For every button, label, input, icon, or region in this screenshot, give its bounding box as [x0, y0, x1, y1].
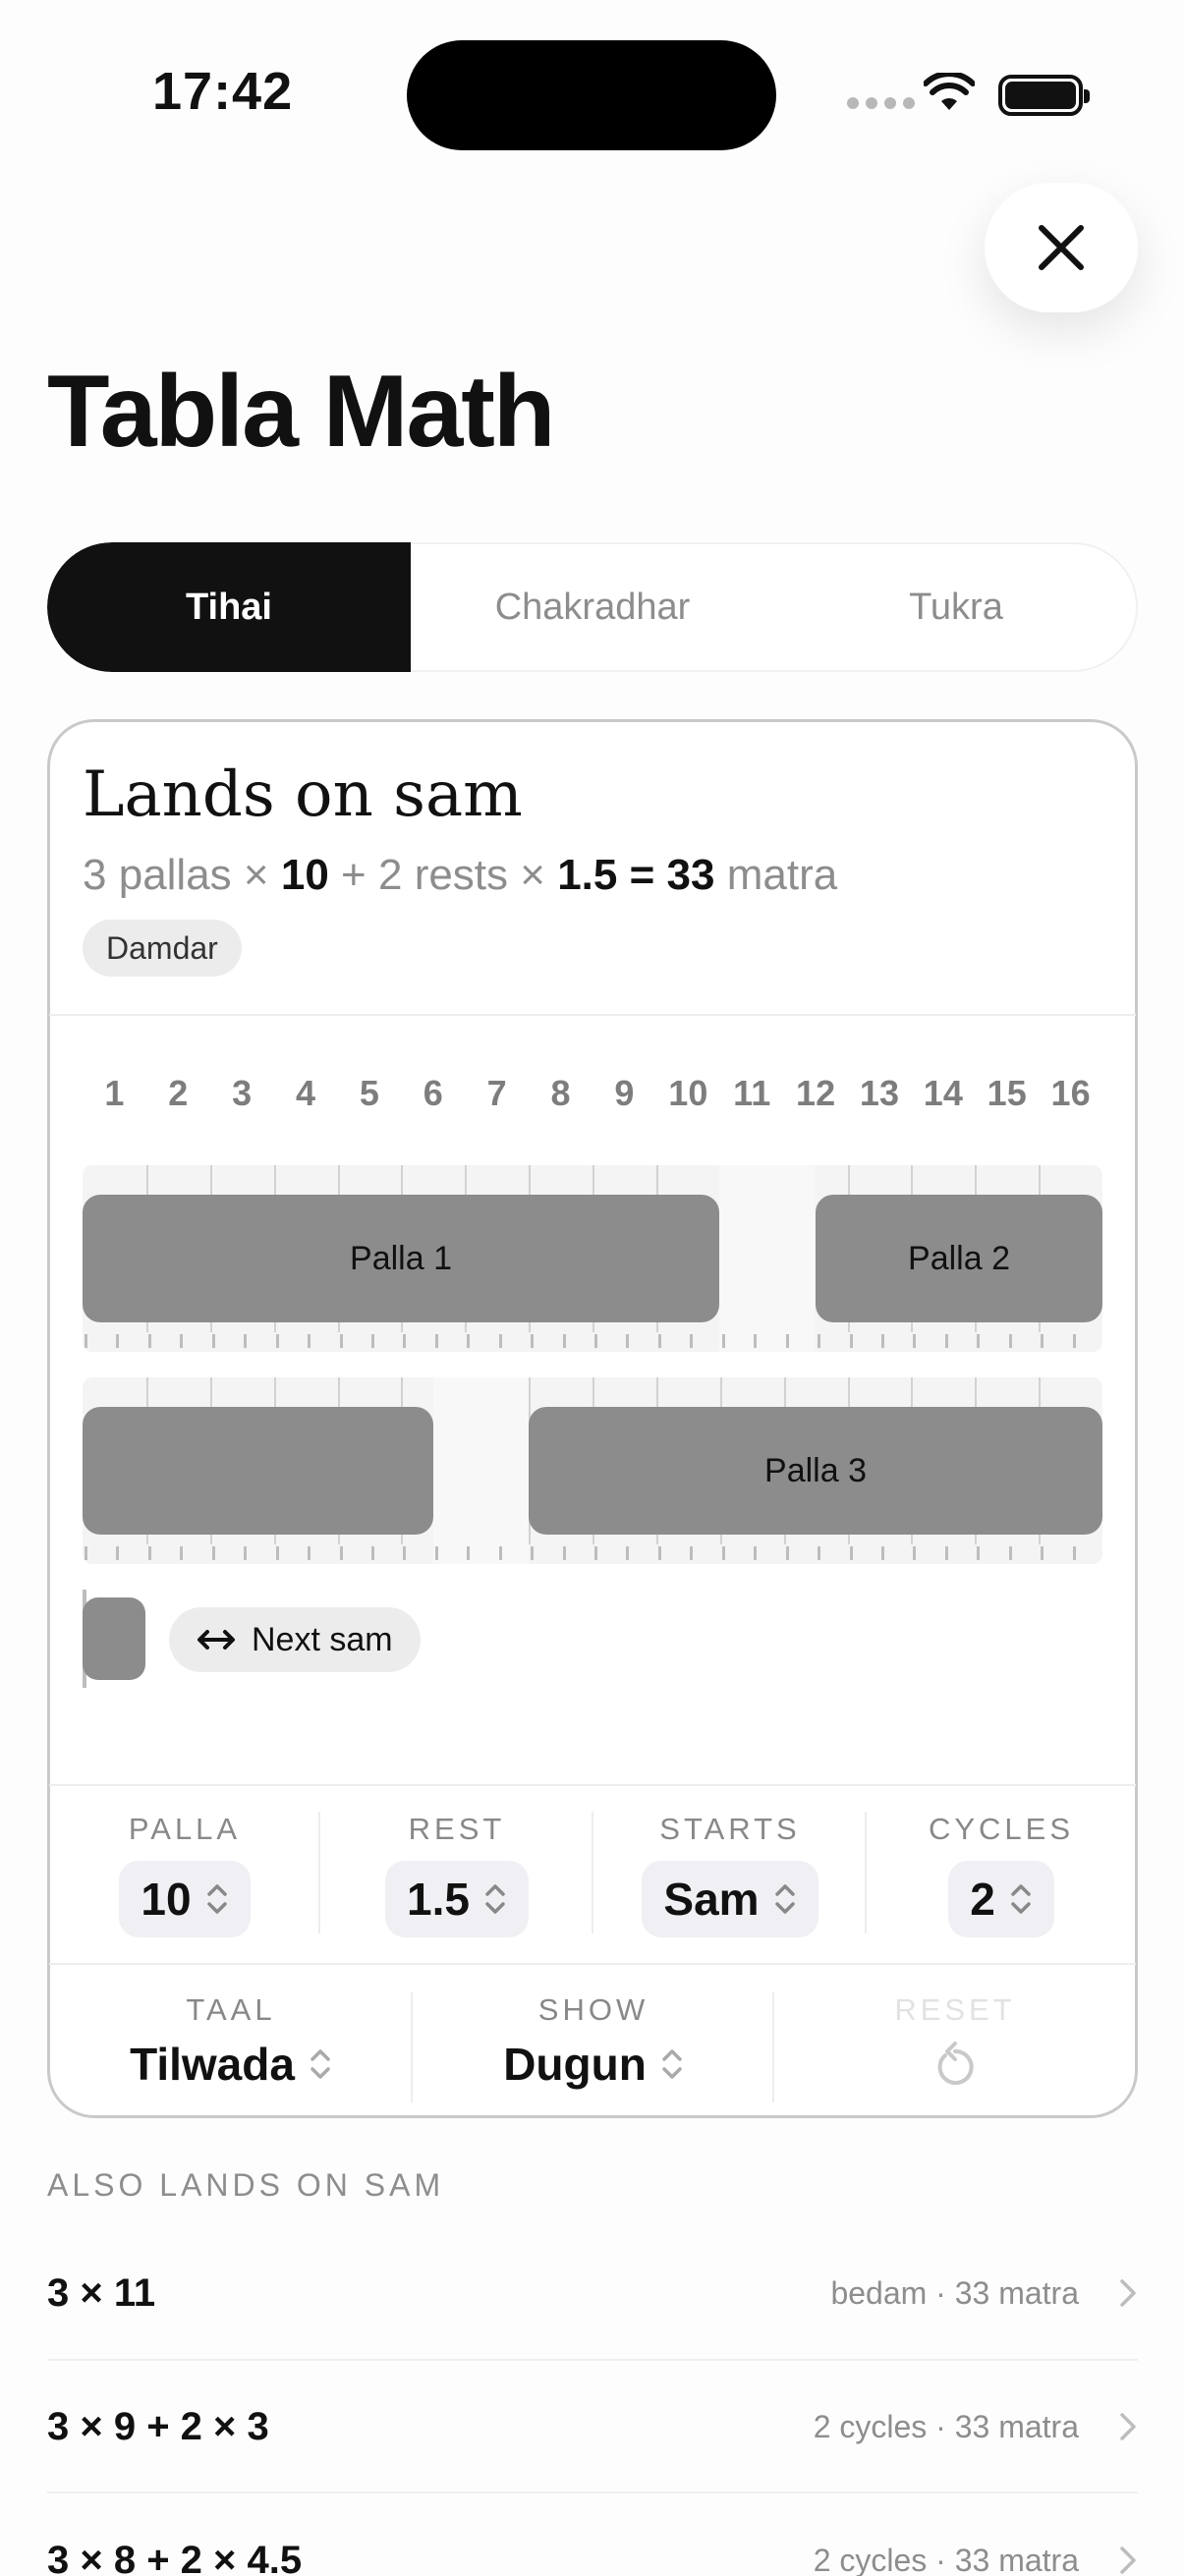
chevron-right-icon — [1120, 2413, 1136, 2440]
cycles-control: CYCLES 2 — [867, 1812, 1136, 1937]
chevron-right-icon — [1120, 2547, 1136, 2574]
list-item[interactable]: 3 × 11 bedam · 33 matra — [47, 2226, 1138, 2360]
chevron-up-down-icon — [485, 1884, 505, 1914]
reset-button[interactable] — [931, 2038, 979, 2089]
chevron-up-down-icon — [1011, 1884, 1031, 1914]
chevron-right-icon — [1120, 2279, 1136, 2307]
status-time: 17:42 — [152, 62, 294, 121]
reset-label: RESET — [894, 1992, 1016, 2027]
taal-picker[interactable]: Tilwada — [130, 2038, 332, 2091]
palla-block-1[interactable]: Palla 1 — [83, 1195, 719, 1322]
close-icon — [1039, 225, 1084, 270]
parameter-controls: PALLA 10 REST 1.5 STARTS Sam CYCLES 2 — [49, 1812, 1136, 1937]
chevron-up-down-icon — [206, 1884, 227, 1914]
list-item[interactable]: 3 × 9 + 2 × 3 2 cycles · 33 matra — [47, 2360, 1138, 2493]
starts-picker[interactable]: Sam — [642, 1861, 818, 1937]
show-label: SHOW — [537, 1992, 649, 2027]
subdivision-ticks — [83, 1544, 1102, 1560]
list-item-equation: 3 × 8 + 2 × 4.5 — [47, 2538, 303, 2576]
wifi-icon — [923, 71, 976, 117]
list-item-meta: bedam · 33 matra — [830, 2274, 1079, 2311]
chevron-up-down-icon — [774, 1884, 795, 1914]
beat-number: 14 — [923, 1073, 963, 1113]
battery-icon — [998, 75, 1090, 116]
beat-number: 6 — [423, 1073, 443, 1113]
show-picker[interactable]: Dugun — [503, 2038, 684, 2091]
left-right-arrow-icon — [198, 1630, 235, 1650]
rest-control: REST 1.5 — [320, 1812, 593, 1937]
palla-block-3[interactable]: Palla 3 — [529, 1407, 1102, 1535]
palla-label: PALLA — [128, 1812, 242, 1846]
beat-number: 9 — [614, 1073, 635, 1113]
also-lands-heading: ALSO LANDS ON SAM — [47, 2167, 445, 2203]
type-badge: Damdar — [83, 920, 242, 977]
card-divider — [49, 1963, 1136, 1965]
rest-label: REST — [408, 1812, 506, 1846]
beat-number: 4 — [296, 1073, 316, 1113]
rest-gap — [719, 1165, 815, 1352]
list-item-meta: 2 cycles · 33 matra — [813, 2542, 1079, 2576]
beat-number: 16 — [1050, 1073, 1091, 1113]
next-sam-badge: Next sam — [169, 1607, 421, 1672]
chevron-up-down-icon — [310, 2049, 330, 2079]
tab-tukra[interactable]: Tukra — [774, 542, 1138, 672]
close-button[interactable] — [985, 183, 1138, 312]
reset-icon — [937, 2042, 974, 2085]
palla-block-3-tail — [83, 1597, 145, 1680]
cycle-lane-2: Palla 3 — [83, 1377, 1102, 1564]
palla-block-2-continued[interactable] — [83, 1407, 433, 1535]
cellular-signal-icon — [847, 97, 915, 109]
cycle-lane-1: Palla 1 Palla 2 — [83, 1165, 1102, 1352]
card-divider — [49, 1014, 1136, 1016]
beat-number: 13 — [859, 1073, 899, 1113]
list-item-equation: 3 × 11 — [47, 2270, 156, 2315]
palla-control: PALLA 10 — [49, 1812, 320, 1937]
beat-number: 8 — [550, 1073, 571, 1113]
result-title: Lands on sam — [83, 758, 523, 831]
beat-number-row: 1 2 3 4 5 6 7 8 9 10 11 12 13 14 15 16 — [83, 1073, 1102, 1122]
reset-control[interactable]: RESET — [774, 1992, 1136, 2091]
dynamic-island — [407, 40, 776, 150]
starts-control: STARTS Sam — [593, 1812, 867, 1937]
beat-number: 3 — [232, 1073, 253, 1113]
beat-number: 12 — [796, 1073, 836, 1113]
list-item[interactable]: 3 × 8 + 2 × 4.5 2 cycles · 33 matra — [47, 2493, 1138, 2576]
subdivision-ticks — [83, 1332, 1102, 1348]
card-divider — [49, 1784, 1136, 1786]
tab-chakradhar[interactable]: Chakradhar — [411, 542, 774, 672]
rest-stepper[interactable]: 1.5 — [385, 1861, 529, 1937]
show-control: SHOW Dugun — [413, 1992, 774, 2102]
beat-number: 11 — [733, 1073, 771, 1113]
starts-label: STARTS — [659, 1812, 801, 1846]
beat-number: 1 — [104, 1073, 125, 1113]
taal-label: TAAL — [186, 1992, 276, 2027]
result-formula: 3 pallas × 10 + 2 rests × 1.5 = 33 matra — [83, 851, 838, 899]
beat-number: 15 — [987, 1073, 1027, 1113]
page-title: Tabla Math — [47, 355, 555, 469]
beat-number: 10 — [668, 1073, 708, 1113]
chevron-up-down-icon — [662, 2049, 682, 2079]
taal-control: TAAL Tilwada — [49, 1992, 413, 2102]
beat-number: 5 — [359, 1073, 379, 1113]
list-item-meta: 2 cycles · 33 matra — [813, 2408, 1079, 2444]
next-sam-label: Next sam — [252, 1620, 393, 1658]
beat-number: 2 — [168, 1073, 189, 1113]
cycles-stepper[interactable]: 2 — [948, 1861, 1054, 1937]
mode-segmented-control: Tihai Chakradhar Tukra — [47, 542, 1138, 672]
beat-number: 7 — [486, 1073, 507, 1113]
list-item-equation: 3 × 9 + 2 × 3 — [47, 2404, 269, 2448]
palla-block-2[interactable]: Palla 2 — [816, 1195, 1102, 1322]
display-controls: TAAL Tilwada SHOW Dugun RESET — [49, 1992, 1136, 2102]
palla-stepper[interactable]: 10 — [119, 1861, 251, 1937]
rest-gap — [433, 1377, 529, 1564]
tab-tihai[interactable]: Tihai — [47, 542, 411, 672]
cycles-label: CYCLES — [928, 1812, 1075, 1846]
